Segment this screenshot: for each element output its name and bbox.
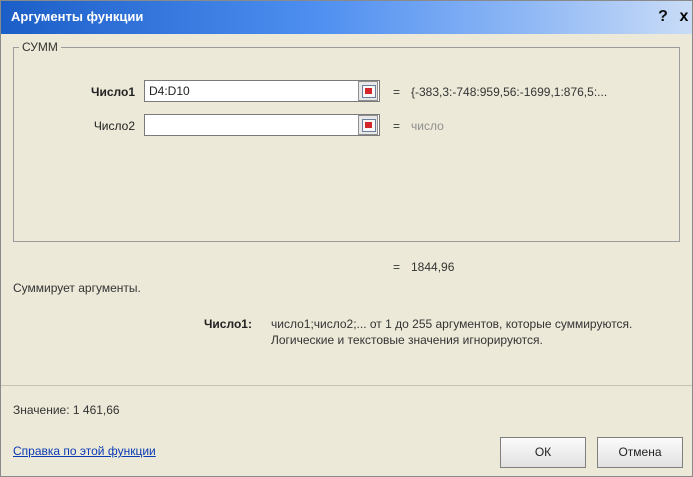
window-title: Аргументы функции	[11, 9, 144, 24]
function-arguments-dialog: Аргументы функции ? x СУММ Число1 = {-38…	[0, 0, 693, 477]
arg1-label: Число1	[91, 85, 135, 99]
function-description: Суммирует аргументы.	[13, 281, 141, 295]
arg2-equals: =	[393, 119, 401, 133]
title-bar[interactable]: Аргументы функции ? x	[1, 1, 692, 34]
separator	[1, 385, 692, 386]
arg1-equals: =	[393, 85, 401, 99]
cancel-button[interactable]: Отмена	[597, 437, 683, 468]
value-line: Значение: 1 461,66	[13, 403, 120, 417]
help-link[interactable]: Справка по этой функции	[13, 444, 156, 458]
arg2-label: Число2	[93, 119, 135, 133]
formula-equals: =	[393, 260, 401, 274]
arg2-input[interactable]	[144, 114, 380, 136]
arg1-result: {-383,3:-748:959,56:-1699,1:876,5:...	[411, 85, 608, 99]
red-arrow-shape	[365, 88, 372, 94]
function-name: СУММ	[19, 40, 61, 54]
formula-result: 1844,96	[411, 260, 455, 274]
arg1-collapse-dialog-icon[interactable]	[358, 81, 378, 101]
close-icon[interactable]: x	[676, 8, 692, 26]
arg1-input[interactable]	[144, 80, 380, 102]
ok-button[interactable]: ОК	[500, 437, 586, 468]
help-icon[interactable]: ?	[655, 8, 671, 26]
arguments-group	[13, 47, 680, 242]
arg2-result: число	[411, 119, 444, 133]
red-arrow-shape	[365, 122, 372, 128]
arg-help-line2: Логические и текстовые значения игнориру…	[271, 333, 543, 347]
arg2-collapse-dialog-icon[interactable]	[358, 115, 378, 135]
arg-help-line1: число1;число2;... от 1 до 255 аргументов…	[271, 317, 633, 331]
arg-help-name: Число1:	[204, 317, 252, 331]
